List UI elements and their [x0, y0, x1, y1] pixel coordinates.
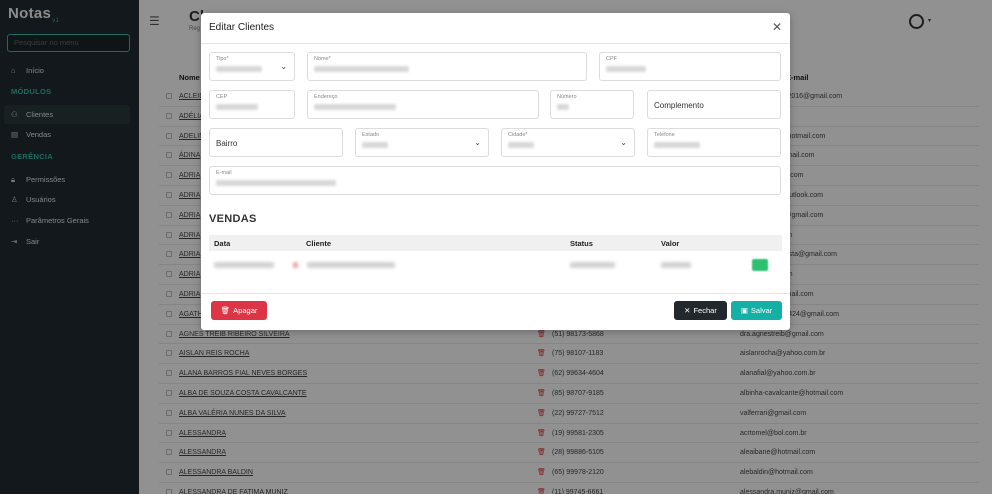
- close-icon[interactable]: ✕: [772, 20, 782, 34]
- tipo-label: Tipo*: [216, 56, 229, 62]
- estado-select[interactable]: Estado ⌄: [355, 128, 489, 157]
- cidade-label: Cidade*: [508, 132, 528, 138]
- numero-field[interactable]: Número: [550, 90, 634, 119]
- sale-action-button[interactable]: [752, 259, 768, 271]
- endereco-label: Endereço: [314, 94, 338, 100]
- email-label: E-mail: [216, 170, 232, 176]
- numero-label: Número: [557, 94, 577, 100]
- sale-date-redacted: [214, 262, 274, 268]
- vendas-column-data: Data: [214, 239, 231, 248]
- save-icon: ▣: [740, 306, 748, 315]
- vendas-table-header: [209, 235, 782, 251]
- numero-value-redacted: [557, 104, 569, 110]
- bairro-placeholder: Bairro: [216, 139, 238, 148]
- save-button[interactable]: ▣ Salvar: [731, 301, 782, 320]
- vendas-column-cliente: Cliente: [306, 239, 332, 248]
- email-value-redacted: [216, 180, 336, 186]
- sale-client-redacted: [307, 262, 395, 268]
- cidade-select[interactable]: Cidade* ⌄: [501, 128, 635, 157]
- estado-value-redacted: [362, 142, 388, 148]
- estado-label: Estado: [362, 132, 380, 138]
- chevron-down-icon: ⌄: [280, 62, 287, 71]
- delete-button-label: Apagar: [233, 306, 258, 315]
- divider: [201, 43, 790, 44]
- complemento-field[interactable]: Complemento: [647, 90, 781, 119]
- vendas-row[interactable]: [209, 253, 782, 277]
- cpf-label: CPF: [606, 56, 617, 62]
- nome-label: Nome*: [314, 56, 331, 62]
- cidade-value-redacted: [508, 142, 534, 148]
- sale-flag-redacted: [293, 262, 298, 268]
- nome-value-redacted: [314, 66, 409, 72]
- complemento-placeholder: Complemento: [654, 101, 704, 110]
- endereco-field[interactable]: Endereço: [307, 90, 539, 119]
- cpf-field[interactable]: CPF: [599, 52, 781, 81]
- cep-label: CEP: [216, 94, 228, 100]
- telefone-value-redacted: [654, 142, 700, 148]
- chevron-down-icon: ⌄: [620, 138, 627, 147]
- vendas-section-title: VENDAS: [209, 213, 257, 225]
- close-button-label: Fechar: [693, 306, 717, 315]
- email-field[interactable]: E-mail: [209, 166, 781, 195]
- delete-button[interactable]: 🗑︎ Apagar: [211, 301, 267, 320]
- nome-field[interactable]: Nome*: [307, 52, 587, 81]
- telefone-label: Telefone: [654, 132, 675, 138]
- close-button[interactable]: ✕ Fechar: [674, 301, 727, 320]
- close-icon: ✕: [684, 306, 691, 315]
- endereco-value-redacted: [314, 104, 396, 110]
- save-button-label: Salvar: [750, 306, 773, 315]
- tipo-value-redacted: [216, 66, 262, 72]
- modal-title: Editar Clientes: [209, 22, 275, 33]
- telefone-field[interactable]: Telefone: [647, 128, 781, 157]
- tipo-select[interactable]: Tipo* ⌄: [209, 52, 295, 81]
- chevron-down-icon: ⌄: [474, 138, 481, 147]
- sale-value-redacted: [661, 262, 691, 268]
- cep-field[interactable]: CEP: [209, 90, 295, 119]
- sale-status-redacted: [570, 262, 615, 268]
- cpf-value-redacted: [606, 66, 646, 72]
- edit-client-modal: Editar Clientes ✕ Tipo* ⌄ Nome* CPF CEP …: [201, 13, 790, 330]
- cep-value-redacted: [216, 104, 258, 110]
- trash-icon: 🗑︎: [220, 306, 231, 315]
- divider: [201, 293, 790, 294]
- bairro-field[interactable]: Bairro: [209, 128, 343, 157]
- vendas-column-status: Status: [570, 239, 593, 248]
- vendas-column-valor: Valor: [661, 239, 680, 248]
